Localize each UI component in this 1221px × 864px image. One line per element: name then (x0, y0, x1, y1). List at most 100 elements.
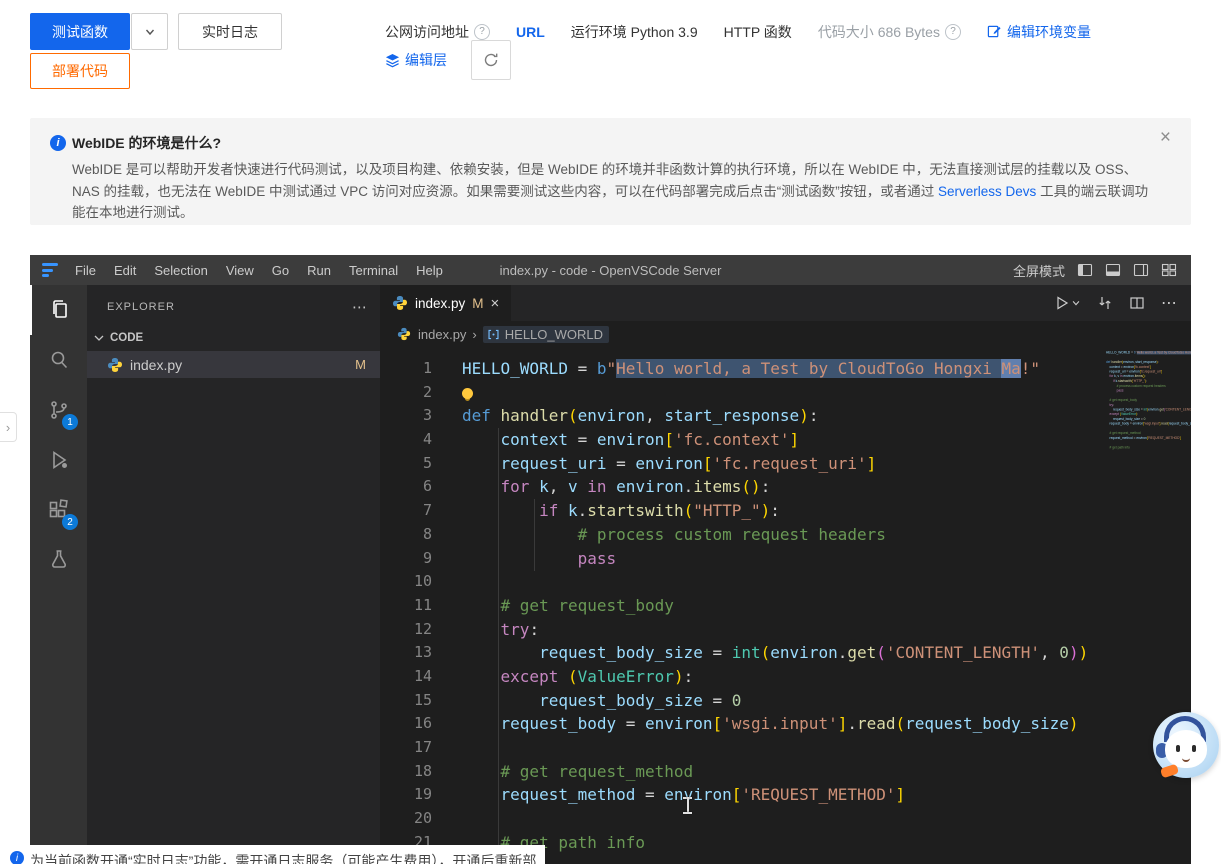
explorer-icon[interactable] (30, 285, 87, 335)
serverless-devs-link[interactable]: Serverless Devs (938, 181, 1036, 203)
code-line[interactable]: 8 # process custom request headers (380, 523, 1097, 547)
layout-sidebar-right-icon[interactable] (1133, 262, 1149, 278)
code-token: pass (578, 549, 617, 568)
close-icon[interactable]: × (1160, 128, 1171, 147)
code-line[interactable]: 19 request_method = environ['REQUEST_MET… (1100, 436, 1191, 441)
code-token: !" (1021, 359, 1040, 378)
code-token: ValueError (578, 667, 674, 686)
code-line[interactable]: 21 # get path info (1100, 446, 1191, 451)
code-line[interactable]: 16 request_body = environ['wsgi.input'].… (1100, 422, 1191, 427)
fullscreen-label[interactable]: 全屏模式 (1013, 261, 1065, 280)
url-link[interactable]: URL (516, 24, 545, 40)
menu-edit[interactable]: Edit (105, 255, 145, 285)
menu-go[interactable]: Go (263, 255, 298, 285)
more-actions-icon[interactable]: ⋯ (1161, 293, 1177, 313)
function-type-label: HTTP 函数 (724, 22, 792, 42)
code-line[interactable]: 5 request_uri = environ['fc.request_uri'… (380, 452, 1097, 476)
breadcrumb-file[interactable]: index.py (418, 327, 466, 342)
code-token: , (1040, 643, 1059, 662)
code-line[interactable]: 12 try: (380, 618, 1097, 642)
more-actions-icon[interactable]: ⋯ (352, 298, 368, 316)
run-python-file-button[interactable] (1054, 295, 1081, 311)
menu-view[interactable]: View (217, 255, 263, 285)
code-line[interactable]: 11 # get request_body (380, 594, 1097, 618)
code-line[interactable]: 19 request_method = environ['REQUEST_MET… (380, 783, 1097, 807)
source-control-icon[interactable]: 1 (30, 385, 87, 435)
code-token: 'fc.request_uri' (1141, 370, 1162, 373)
file-name: index.py (130, 357, 182, 373)
code-token: # get request_body (501, 596, 674, 615)
testing-icon[interactable] (30, 535, 87, 585)
realtime-log-button[interactable]: 实时日志 (178, 13, 282, 50)
code-line[interactable]: 14 except (ValueError): (380, 665, 1097, 689)
code-token: # get request_method (1110, 432, 1141, 435)
code-token: environ (1133, 422, 1143, 425)
code-token: = (635, 785, 664, 804)
code-token (462, 525, 578, 544)
code-token (529, 477, 539, 496)
layout-grid-icon[interactable] (1161, 262, 1177, 278)
close-icon[interactable]: × (491, 295, 500, 312)
test-function-dropdown-button[interactable] (131, 13, 168, 50)
test-function-button[interactable]: 测试函数 (30, 13, 130, 50)
breadcrumb-symbol[interactable]: HELLO_WORLD (483, 326, 609, 343)
explorer-title: EXPLORER (107, 301, 175, 313)
help-icon[interactable]: ? (474, 24, 490, 40)
code-token: : (1113, 403, 1114, 406)
search-icon[interactable] (30, 335, 87, 385)
code-token: if (539, 501, 558, 520)
code-token: ) (1069, 643, 1079, 662)
tab-label: index.py (415, 296, 465, 311)
menu-help[interactable]: Help (407, 255, 452, 285)
code-line[interactable]: 1HELLO_WORLD = b"Hello world, a Test by … (380, 357, 1097, 381)
sidebar-expand-handle[interactable]: › (0, 412, 17, 442)
menu-terminal[interactable]: Terminal (340, 255, 407, 285)
vscode-window: File Edit Selection View Go Run Terminal… (30, 255, 1191, 864)
code-line[interactable]: 1HELLO_WORLD = b"Hello world, a Test by … (1100, 351, 1191, 356)
extensions-icon[interactable]: 2 (30, 485, 87, 535)
section-label: CODE (110, 332, 143, 344)
code-token (578, 477, 588, 496)
code-line[interactable]: 13 request_body_size = int(environ.get('… (380, 641, 1097, 665)
code-line[interactable]: 15 request_body_size = 0 (380, 689, 1097, 713)
code-line[interactable]: 16 request_body = environ['wsgi.input'].… (380, 712, 1097, 736)
minimap[interactable]: 1HELLO_WORLD = b"Hello world, a Test by … (1097, 347, 1191, 864)
code-token: request_body_size (539, 643, 703, 662)
help-icon[interactable]: ? (945, 24, 961, 40)
code-area[interactable]: 1HELLO_WORLD = b"Hello world, a Test by … (380, 347, 1097, 864)
tab-indexpy[interactable]: index.py M × (380, 285, 511, 321)
layout-panel-icon[interactable] (1105, 262, 1121, 278)
code-line[interactable]: 17 (380, 736, 1097, 760)
menu-file[interactable]: File (66, 255, 105, 285)
refresh-button[interactable] (471, 40, 511, 80)
code-line[interactable]: 6 for k, v in environ.items(): (380, 475, 1097, 499)
code-token: HELLO_WORLD (462, 359, 568, 378)
line-number: 16 (380, 712, 432, 736)
lightbulb-icon (462, 388, 473, 399)
code-token: ] (838, 714, 848, 733)
menu-selection[interactable]: Selection (145, 255, 216, 285)
edit-layer-link[interactable]: 编辑层 (385, 50, 447, 70)
file-item-indexpy[interactable]: index.py M (87, 351, 380, 378)
extensions-badge: 2 (62, 514, 78, 530)
sidebar-section-code[interactable]: CODE (87, 325, 380, 351)
code-line[interactable]: 3def handler(environ, start_response): (380, 404, 1097, 428)
code-line[interactable]: 10 (380, 570, 1097, 594)
code-line[interactable]: 4 context = environ['fc.context'] (380, 428, 1097, 452)
code-line[interactable]: 2 (380, 381, 1097, 405)
open-changes-icon[interactable] (1097, 295, 1113, 311)
code-line[interactable]: 18 # get request_method (380, 760, 1097, 784)
code-line[interactable]: 20 (380, 807, 1097, 831)
code-token (462, 454, 501, 473)
code-line[interactable]: 7 if k.startswith("HTTP_"): (380, 499, 1097, 523)
customer-service-mascot[interactable] (1153, 712, 1219, 778)
code-line[interactable]: 9 pass (380, 547, 1097, 571)
run-debug-icon[interactable] (30, 435, 87, 485)
menu-run[interactable]: Run (298, 255, 340, 285)
split-editor-icon[interactable] (1129, 295, 1145, 311)
banner-body: WebIDE 是可以帮助开发者快速进行代码测试，以及项目构建、依赖安装，但是 W… (72, 159, 1161, 224)
edit-env-vars-link[interactable]: 编辑环境变量 (987, 22, 1091, 42)
deploy-code-button[interactable]: 部署代码 (30, 53, 130, 89)
layout-sidebar-left-icon[interactable] (1077, 262, 1093, 278)
python-file-icon (392, 295, 408, 311)
